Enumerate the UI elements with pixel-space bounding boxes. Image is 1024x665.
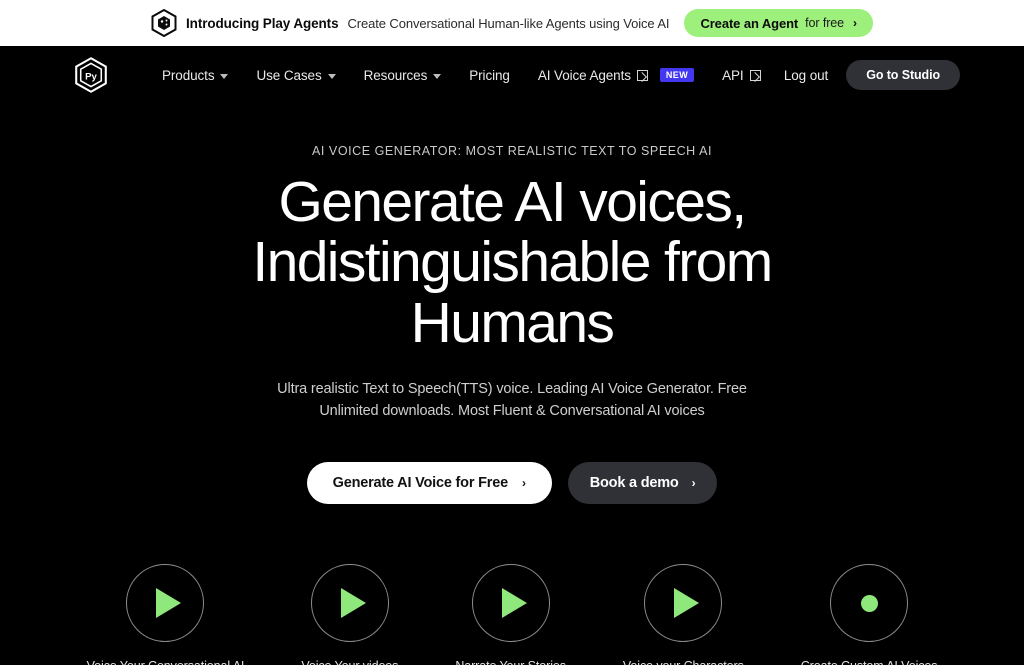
nav-item-label: AI Voice Agents [537,67,631,83]
feature-voice-your-videos[interactable]: Voice Your videos [301,564,398,665]
feature-voice-your-conversational-ai[interactable]: Voice Your Conversational AI [87,564,245,665]
hero-eyebrow: AI VOICE GENERATOR: MOST REALISTIC TEXT … [312,144,712,158]
headline-line-2: Indistinguishable from [252,230,773,295]
nav-links: Products Use Cases Resources Pricing AI … [148,62,775,89]
announcement-title: Introducing Play Agents [186,15,339,31]
book-a-demo-button[interactable]: Book a demo › [567,462,718,505]
chevron-right-icon: › [521,476,526,491]
feature-label: Narrate Your Stories [455,659,566,665]
nav-right-actions: Log out Go to Studio [784,60,960,90]
new-badge: NEW [659,68,695,82]
announcement-banner: Introducing Play Agents Create Conversat… [0,0,1024,46]
logout-link[interactable]: Log out [784,68,828,83]
external-link-icon [636,69,648,81]
headline-line-3: Humans [410,290,615,355]
hero-section: AI VOICE GENERATOR: MOST REALISTIC TEXT … [0,104,1024,665]
main-navigation: Py Products Use Cases Resources Pricing … [0,46,1024,104]
nav-item-resources[interactable]: Resources [350,62,456,89]
announcement-description: Create Conversational Human-like Agents … [347,15,670,31]
feature-circle[interactable] [310,564,389,643]
create-an-agent-button[interactable]: Create an Agent for free › [684,9,873,37]
headline-line-1: Generate AI voices, [278,170,747,234]
feature-circle[interactable] [471,564,550,643]
nav-item-label: API [722,67,744,83]
hero-subhead: Ultra realistic Text to Speech(TTS) voic… [277,381,747,419]
chevron-down-icon [433,73,442,79]
playht-cube-logo-icon [151,9,177,37]
nav-item-ai-voice-agents[interactable]: AI Voice Agents NEW [524,62,708,89]
nav-item-label: Pricing [469,67,510,83]
record-dot-icon [860,594,878,612]
feature-circle[interactable] [126,564,205,643]
nav-item-api[interactable]: API [708,62,774,89]
nav-item-pricing[interactable]: Pricing [455,62,524,89]
nav-item-products[interactable]: Products [148,62,242,89]
feature-label: Voice Your videos [301,659,398,665]
feature-create-custom-ai-voices[interactable]: Create Custom AI Voices [801,564,938,665]
nav-item-label: Products [162,67,215,83]
nav-item-use-cases[interactable]: Use Cases [242,62,349,89]
chevron-down-icon [220,73,229,79]
feature-circle[interactable] [830,564,909,643]
svg-text:Py: Py [85,72,97,83]
playht-cube-logo-icon[interactable]: Py [74,57,108,93]
go-to-studio-button[interactable]: Go to Studio [846,60,960,90]
feature-label: Create Custom AI Voices [801,659,938,665]
chevron-right-icon: › [691,476,696,491]
play-icon [501,588,527,619]
chevron-down-icon [327,73,336,79]
generate-ai-voice-button[interactable]: Generate AI Voice for Free › [306,462,552,505]
page-title: Generate AI voices, Indistinguishable fr… [0,170,1024,355]
play-icon [340,588,366,619]
feature-label: Voice Your Conversational AI [87,659,245,665]
generate-ai-voice-label: Generate AI Voice for Free [332,475,509,492]
external-link-icon [749,69,761,81]
nav-item-label: Use Cases [256,67,322,83]
create-an-agent-label: Create an Agent [700,15,799,31]
feature-label: Voice your Characters [623,659,744,665]
feature-circle[interactable] [644,564,723,643]
book-a-demo-label: Book a demo [589,475,679,492]
chevron-right-icon: › [852,16,857,30]
nav-item-label: Resources [363,67,428,83]
play-icon [674,588,700,619]
hero-cta-row: Generate AI Voice for Free › Book a demo… [0,462,1024,505]
feature-voice-your-characters[interactable]: Voice your Characters [623,564,744,665]
feature-narrate-your-stories[interactable]: Narrate Your Stories [455,564,566,665]
create-an-agent-sublabel: for free [805,16,844,30]
play-icon [156,588,182,619]
feature-circles-row: Voice Your Conversational AI Voice Your … [0,564,1024,665]
